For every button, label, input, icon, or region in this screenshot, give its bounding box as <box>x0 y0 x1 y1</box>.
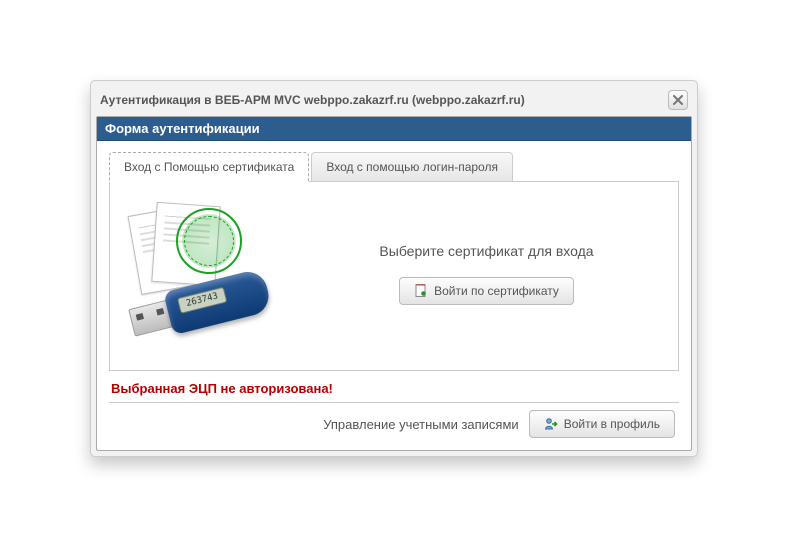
certificate-file-icon <box>414 284 428 298</box>
close-icon <box>673 95 683 105</box>
login-by-certificate-button[interactable]: Войти по сертификату <box>399 277 574 305</box>
footer-row: Управление учетными записями Войти в про… <box>109 402 679 442</box>
dialog-title: Аутентификация в ВЕБ-АРМ MVC webppo.zaka… <box>100 93 525 107</box>
tab-certificate[interactable]: Вход с Помощью сертификата <box>109 152 309 182</box>
auth-dialog: Аутентификация в ВЕБ-АРМ MVC webppo.zaka… <box>90 80 698 457</box>
login-by-certificate-label: Войти по сертификату <box>434 284 559 298</box>
section-header: Форма аутентификации <box>97 117 691 141</box>
content-area: Вход с Помощью сертификата Вход с помощь… <box>97 141 691 450</box>
login-to-profile-button[interactable]: Войти в профиль <box>529 410 675 438</box>
certificate-action-area: Выберите сертификат для входа Войти по с… <box>313 243 660 305</box>
dialog-body: Форма аутентификации Вход с Помощью серт… <box>96 116 692 451</box>
certificate-illustration: 263743 <box>128 204 283 344</box>
error-message: Выбранная ЭЦП не авторизована! <box>109 371 679 402</box>
tab-strip: Вход с Помощью сертификата Вход с помощь… <box>109 151 679 181</box>
login-to-profile-label: Войти в профиль <box>564 417 660 431</box>
profile-login-icon <box>544 417 558 431</box>
close-button[interactable] <box>668 90 688 110</box>
tab-panel-certificate: 263743 Выберите сертификат для входа Вой… <box>109 181 679 371</box>
account-management-label: Управление учетными записями <box>323 417 518 432</box>
dialog-titlebar: Аутентификация в ВЕБ-АРМ MVC webppo.zaka… <box>96 86 692 116</box>
certificate-prompt: Выберите сертификат для входа <box>313 243 660 259</box>
seal-icon <box>176 208 242 274</box>
tab-login-password[interactable]: Вход с помощью логин-пароля <box>311 152 513 182</box>
